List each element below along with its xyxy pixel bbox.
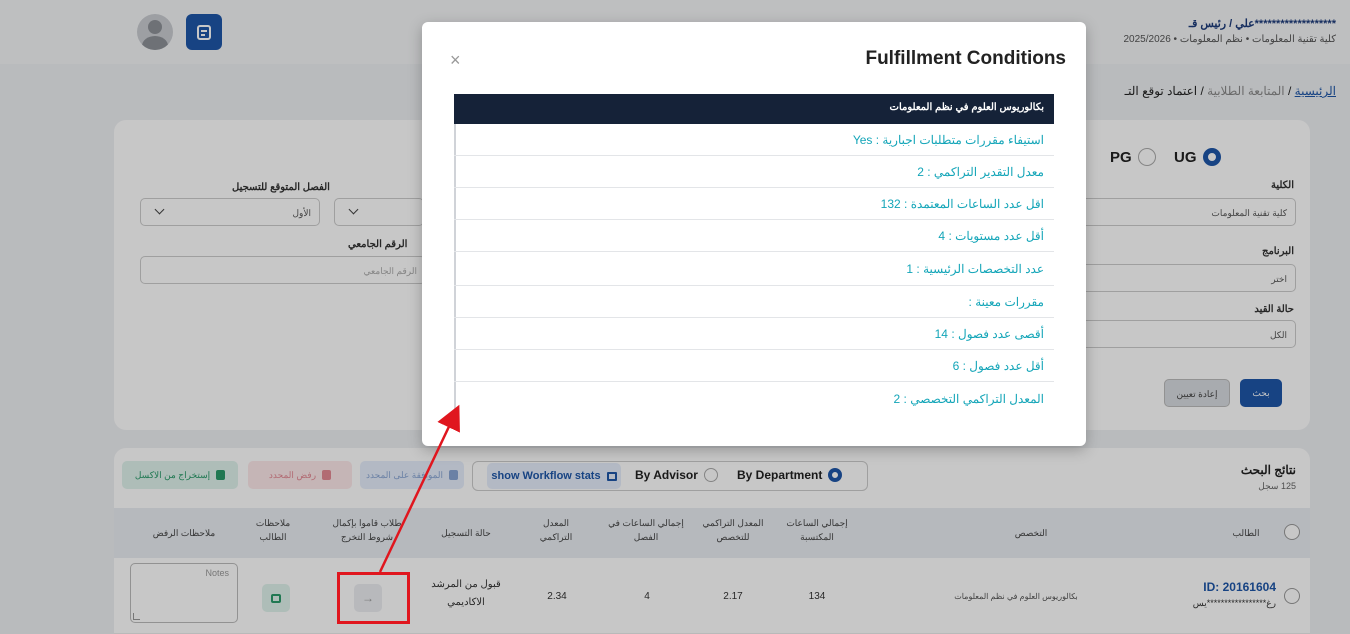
condition-row: أقل عدد مستويات : 4	[454, 220, 1054, 252]
condition-row: استيفاء مقررات متطلبات اجبارية : Yes	[454, 124, 1054, 156]
highlight-box	[337, 572, 410, 624]
condition-row: معدل التقدير التراكمي : 2	[454, 156, 1054, 188]
modal-title: Fulfillment Conditions	[865, 48, 1066, 69]
condition-row: أقل عدد فصول : 6	[454, 350, 1054, 382]
condition-row: عدد التخصصات الرئيسية : 1	[454, 252, 1054, 286]
close-icon[interactable]: ×	[450, 50, 461, 71]
condition-row: أقصى عدد فصول : 14	[454, 318, 1054, 350]
fulfillment-modal: Fulfillment Conditions × بكالوريوس العلو…	[422, 22, 1086, 446]
app: *******************علي / رئيس قـ كلية تق…	[0, 0, 1350, 634]
condition-row: المعدل التراكمي التخصصي : 2	[893, 392, 1044, 406]
condition-row: اقل عدد الساعات المعتمدة : 132	[454, 188, 1054, 220]
condition-row: مقررات معينة :	[454, 286, 1054, 318]
program-header: بكالوريوس العلوم في نظم المعلومات	[454, 94, 1054, 124]
